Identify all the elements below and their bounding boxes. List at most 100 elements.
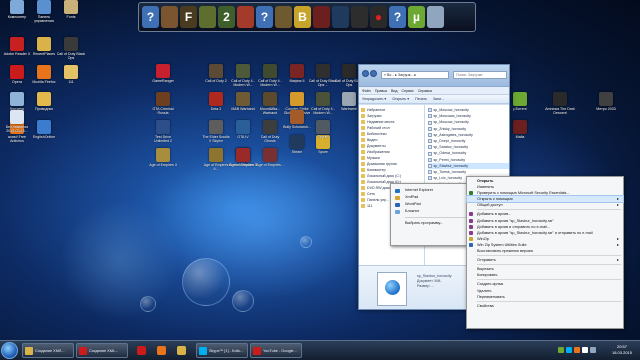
desktop-icon-control-panel[interactable]: Панель управления (29, 0, 59, 30)
desktop-icon-fonts[interactable]: Fonts (56, 0, 86, 30)
app-icon (395, 209, 400, 214)
dock-game-e-icon[interactable] (237, 6, 254, 28)
start-button[interactable] (1, 342, 18, 359)
search-input[interactable]: Поиск: Загрузки (453, 71, 507, 79)
desktop-icon-adobe-reader[interactable]: Adobe Reader X (2, 37, 32, 67)
menu-item-icon (469, 236, 473, 241)
computer-icon (10, 0, 24, 14)
forward-icon[interactable] (370, 70, 377, 77)
dock-record-icon[interactable]: ● (370, 6, 387, 28)
toolbar-button[interactable]: Запи... (433, 95, 444, 103)
desktop-icon-mb-warband[interactable]: M&B Warband (228, 92, 258, 122)
desktop-icon-amnesia[interactable]: Amnesia The Dark Descent (545, 92, 575, 122)
desktop-icon-recent-places[interactable]: RecentPlaces (29, 37, 59, 67)
desktop-icon-mozilla-firefox[interactable]: Mozilla Firefox (29, 65, 59, 95)
menu-item[interactable]: Справка (418, 87, 432, 94)
desktop-icon-label: Opera (12, 80, 22, 84)
dock-bin-icon[interactable] (427, 6, 444, 28)
pinned-explorer-icon[interactable] (172, 343, 190, 358)
cod-2-icon (209, 64, 223, 78)
desktop-icon-skyrim-2[interactable]: Skyrim (308, 120, 338, 150)
desktop-icon-label: GTA Criminal Russia (152, 107, 174, 115)
tray-icon[interactable] (558, 347, 564, 353)
desktop-icon-label: Mount&Bla... Warband (259, 107, 281, 115)
taskbar-button[interactable]: Skype™ [1] - Kolic... (196, 343, 248, 358)
desktop-icon-label: Dota 2 (210, 107, 222, 111)
pinned-media-player-icon[interactable] (152, 343, 170, 358)
desktop-icon-cod-2[interactable]: Call of Duty 2 (201, 64, 231, 94)
dock-help-icon[interactable]: ? (142, 6, 159, 28)
context-menu-item[interactable]: Копировать (467, 272, 623, 278)
taskbar-button[interactable]: YouTube - Google... (250, 343, 302, 358)
tray-icon[interactable] (574, 347, 580, 353)
dock-game-g-icon[interactable] (275, 6, 292, 28)
dock-game-c-icon[interactable] (199, 6, 216, 28)
folder-icon (361, 138, 365, 142)
desktop-icon-dota-2[interactable]: Dota 2 (201, 92, 231, 122)
dock-game-i-icon[interactable] (313, 6, 330, 28)
tray-icon[interactable] (566, 347, 572, 353)
desktop-icon-label: Call of Duty 2 (205, 79, 227, 83)
dock-torrent-icon[interactable]: µ (408, 6, 425, 28)
menu-item[interactable]: Сервис (402, 87, 414, 94)
xml-file-icon (428, 132, 432, 137)
desktop-icon-computer[interactable]: Компьютер (2, 0, 32, 30)
desktop-icon-aoe-3[interactable]: Age of Empires 3 (228, 148, 258, 178)
desktop-icon-cod-4-mp[interactable]: Call of Duty 4 - Modern W... (255, 64, 285, 94)
desktop-icon-folder-111[interactable]: 111 (56, 65, 86, 95)
desktop-icon-eng-online[interactable]: EnglishOnline (29, 120, 59, 150)
clock[interactable]: 20:57 18.03.2015 (612, 344, 632, 355)
dock-game-h-icon[interactable]: B (294, 6, 311, 28)
desktop-icon-aoe-3-war[interactable]: Age of Empires... (255, 148, 285, 178)
desktop-icon-aoe-2-hd[interactable]: Age of Empires II... (201, 148, 231, 178)
context-menu-item[interactable]: Отправить ▸ (467, 257, 623, 263)
amnesia-icon (553, 92, 567, 106)
toolbar-button[interactable]: Упорядочить ▾ (362, 95, 386, 103)
desktop-icon-gta-4[interactable]: GTA IV (228, 120, 258, 150)
desktop-icon-new-doc[interactable]: Без названия 2015-03-18... (2, 110, 32, 140)
taskbar-button[interactable]: Создание ХМЛ... (22, 343, 74, 358)
desktop-icon-game-ranger[interactable]: GameRanger (148, 64, 178, 94)
menu-item[interactable]: Вид (391, 87, 398, 94)
address-bar[interactable]: « Вx... ▸ Загрузк... ▸ (381, 71, 449, 79)
desktop-icon-test-drive[interactable]: Test Drive Unlimited 2 (148, 120, 178, 150)
dock-game-b-icon[interactable]: F (180, 6, 197, 28)
desktop-icon-explorer[interactable]: Проводник (29, 92, 59, 122)
desktop-icon-cod-ghosts[interactable]: Call of Duty Ghosts (255, 120, 285, 150)
folder-icon (361, 192, 365, 196)
toolbar-button[interactable]: Печать (415, 95, 427, 103)
taskbar: Создание ХМЛ... Создание XML... Skype™ [1… (0, 340, 640, 360)
context-menu-item[interactable]: Общий доступ ▸ (467, 202, 623, 208)
context-menu-item[interactable]: Свойства (467, 303, 623, 309)
dock-joystick-icon[interactable] (351, 6, 368, 28)
desktop-icon-tes-v[interactable]: The Elder Scrolls V Skyrim (201, 120, 231, 150)
back-icon[interactable] (362, 70, 369, 77)
desktop-icon-aoe-2[interactable]: Age of Empires II (148, 148, 178, 178)
context-menu-item[interactable]: Восстановить прежнюю версию (467, 248, 623, 254)
desktop-icon-mount-blade[interactable]: Mount&Bla... Warband (255, 92, 285, 122)
context-menu-item[interactable]: Переименовать (467, 294, 623, 300)
pinned-opera-icon[interactable] (132, 343, 150, 358)
mb-warband-icon (236, 92, 250, 106)
desktop-icon-cod-4[interactable]: Call of Duty 4 - Modern W... (228, 64, 258, 94)
desktop-icon-metro[interactable]: Метро 2033 (591, 92, 621, 122)
desktop-icon-cod-black-ops[interactable]: Call of Duty Black Ops (56, 37, 86, 67)
wallpaper-glow (60, 200, 180, 320)
tray-icon[interactable] (590, 347, 596, 353)
cs-go-icon (290, 92, 304, 106)
taskbar-button[interactable]: Создание XML... (76, 343, 128, 358)
menu-item[interactable]: Правка (375, 87, 387, 94)
tray-icon[interactable] (582, 347, 588, 353)
dock-help-2-icon[interactable]: ? (389, 6, 406, 28)
dock-game-f-icon[interactable]: ? (256, 6, 273, 28)
menu-item[interactable]: Файл (362, 87, 371, 94)
dock-game-a-icon[interactable] (161, 6, 178, 28)
dock-game-d-icon[interactable]: 2 (218, 6, 235, 28)
desktop-icon-gta-ca[interactable]: GTA Criminal Russia (148, 92, 178, 122)
dock-steam-icon[interactable] (332, 6, 349, 28)
app-icon (395, 202, 400, 207)
desktop-icon-opera[interactable]: Opera (2, 65, 32, 95)
control-panel-icon (37, 0, 51, 14)
recent-places-icon (37, 37, 51, 51)
toolbar-button[interactable]: Открыть ▾ (392, 95, 409, 103)
